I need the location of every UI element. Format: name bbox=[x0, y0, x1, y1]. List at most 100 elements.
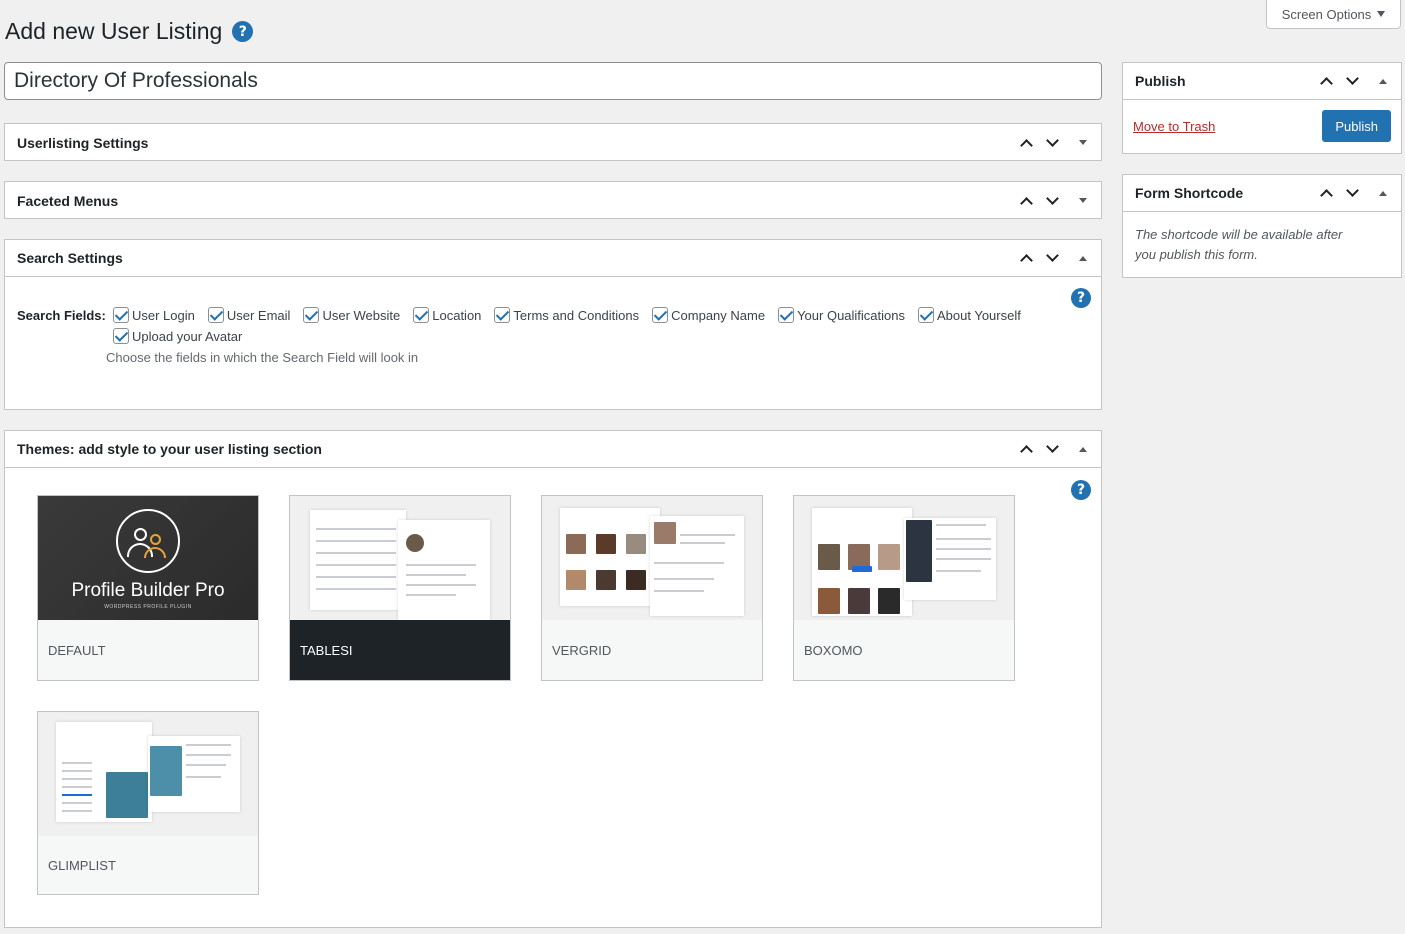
triangle-up-icon bbox=[1379, 78, 1387, 84]
move-down-button[interactable] bbox=[1039, 240, 1065, 276]
panel-header[interactable]: Faceted Menus bbox=[5, 182, 1101, 219]
move-down-button[interactable] bbox=[1039, 183, 1065, 219]
logo-user-head bbox=[134, 528, 147, 541]
panel-header[interactable]: Themes: add style to your user listing s… bbox=[5, 431, 1101, 468]
checkbox-user-login[interactable]: User Login bbox=[113, 307, 195, 323]
theme-name: DEFAULT bbox=[38, 620, 258, 680]
toggle-panel-button[interactable] bbox=[1365, 63, 1401, 99]
thumb-subtitle: WORDPRESS PROFILE PLUGIN bbox=[104, 604, 192, 610]
panel-header[interactable]: Userlisting Settings bbox=[5, 124, 1101, 161]
move-down-button[interactable] bbox=[1039, 431, 1065, 467]
profile-builder-logo-icon bbox=[116, 509, 180, 573]
move-up-button[interactable] bbox=[1013, 431, 1039, 467]
checkbox-user-email[interactable]: User Email bbox=[207, 307, 290, 323]
toggle-panel-button[interactable] bbox=[1365, 175, 1401, 211]
theme-card-vergrid[interactable]: VERGRID bbox=[541, 495, 763, 681]
triangle-down-icon bbox=[1079, 198, 1087, 203]
toggle-panel-button[interactable] bbox=[1065, 240, 1101, 276]
checkbox-checked-icon[interactable] bbox=[494, 307, 511, 323]
panel-title: Search Settings bbox=[17, 250, 123, 266]
shortcode-header[interactable]: Form Shortcode bbox=[1123, 175, 1401, 212]
move-up-button[interactable] bbox=[1313, 175, 1339, 211]
theme-thumbnail: Profile Builder Pro WORDPRESS PROFILE PL… bbox=[38, 496, 258, 620]
screen-options-label: Screen Options bbox=[1281, 6, 1372, 22]
checkbox-checked-icon[interactable] bbox=[778, 307, 795, 323]
checkbox-label: About Yourself bbox=[937, 307, 1021, 323]
mock-list-panel bbox=[56, 722, 152, 822]
page-title: Add new User Listing ? bbox=[5, 18, 254, 45]
search-fields-label: Search Fields: bbox=[17, 308, 106, 323]
handle-actions bbox=[1313, 175, 1401, 211]
theme-card-boxomo[interactable]: BOXOMO bbox=[793, 495, 1015, 681]
theme-card-glimplist[interactable]: GLIMPLIST bbox=[37, 711, 259, 895]
checkbox-checked-icon[interactable] bbox=[303, 307, 320, 323]
triangle-up-icon bbox=[1079, 446, 1087, 452]
theme-thumbnail bbox=[794, 496, 1014, 620]
checkbox-location[interactable]: Location bbox=[413, 307, 481, 323]
toggle-panel-button[interactable] bbox=[1065, 431, 1101, 467]
theme-name: BOXOMO bbox=[794, 620, 1014, 680]
move-up-button[interactable] bbox=[1013, 240, 1039, 276]
publish-box: Publish Move to Trash Publish bbox=[1122, 62, 1402, 154]
publish-title: Publish bbox=[1135, 73, 1186, 89]
theme-card-default[interactable]: Profile Builder Pro WORDPRESS PROFILE PL… bbox=[37, 495, 259, 681]
checkbox-checked-icon[interactable] bbox=[652, 307, 669, 323]
page-title-text: Add new User Listing bbox=[5, 18, 223, 44]
move-up-button[interactable] bbox=[1013, 125, 1039, 161]
help-icon[interactable]: ? bbox=[1071, 288, 1091, 308]
move-down-button[interactable] bbox=[1339, 63, 1365, 99]
help-icon[interactable]: ? bbox=[232, 21, 254, 42]
mock-table-panel bbox=[310, 510, 406, 610]
checkbox-checked-icon[interactable] bbox=[413, 307, 430, 323]
checkbox-terms-and-conditions[interactable]: Terms and Conditions bbox=[494, 307, 639, 323]
handle-actions bbox=[1013, 240, 1101, 276]
move-up-button[interactable] bbox=[1013, 183, 1039, 219]
checkbox-checked-icon[interactable] bbox=[207, 307, 224, 323]
screen-options-button[interactable]: Screen Options bbox=[1266, 0, 1401, 29]
chevron-down-icon bbox=[1045, 133, 1059, 147]
move-down-button[interactable] bbox=[1339, 175, 1365, 211]
chevron-down-icon bbox=[1345, 72, 1359, 85]
handle-actions bbox=[1313, 63, 1401, 99]
thumb-title: Profile Builder Pro bbox=[71, 580, 225, 601]
move-down-button[interactable] bbox=[1039, 125, 1065, 161]
checkbox-about-yourself[interactable]: About Yourself bbox=[918, 307, 1021, 323]
search-fields-description: Choose the fields in which the Search Fi… bbox=[106, 350, 419, 365]
mock-profile-panel bbox=[904, 518, 996, 600]
checkbox-checked-icon[interactable] bbox=[113, 307, 129, 323]
mock-profile-panel bbox=[650, 516, 744, 616]
help-icon[interactable]: ? bbox=[1071, 480, 1091, 500]
checkbox-user-website[interactable]: User Website bbox=[303, 307, 400, 323]
search-fields-row-2: Upload your Avatar bbox=[113, 328, 255, 344]
theme-name: VERGRID bbox=[542, 620, 762, 680]
toggle-panel-button[interactable] bbox=[1065, 125, 1101, 161]
checkbox-checked-icon[interactable] bbox=[113, 328, 129, 344]
checkbox-label: Company Name bbox=[671, 307, 766, 323]
checkbox-company-name[interactable]: Company Name bbox=[652, 307, 765, 323]
listing-title-input[interactable]: Directory Of Professionals bbox=[4, 62, 1102, 100]
toggle-panel-button[interactable] bbox=[1065, 183, 1101, 219]
publish-header[interactable]: Publish bbox=[1123, 63, 1401, 100]
theme-card-tablesi[interactable]: TABLESI bbox=[289, 495, 511, 681]
panel-title: Faceted Menus bbox=[17, 192, 119, 209]
search-settings-panel: Search Settings Search Fields: User Logi… bbox=[4, 239, 1102, 410]
faceted-menus-panel: Faceted Menus bbox=[4, 181, 1102, 219]
chevron-down-icon bbox=[1045, 440, 1059, 453]
mock-profile-panel bbox=[148, 736, 240, 812]
panel-header[interactable]: Search Settings bbox=[5, 240, 1101, 277]
chevron-up-icon bbox=[1319, 77, 1333, 90]
search-settings-body: Search Fields: User Login User Email Use… bbox=[5, 277, 1101, 411]
themes-panel: Themes: add style to your user listing s… bbox=[4, 430, 1102, 928]
move-up-button[interactable] bbox=[1313, 63, 1339, 99]
publish-button[interactable]: Publish bbox=[1322, 110, 1391, 142]
panel-title: Themes: add style to your user listing s… bbox=[17, 441, 322, 457]
move-to-trash-link[interactable]: Move to Trash bbox=[1133, 119, 1215, 134]
handle-actions bbox=[1013, 431, 1101, 467]
checkbox-your-qualifications[interactable]: Your Qualifications bbox=[778, 307, 905, 323]
checkbox-checked-icon[interactable] bbox=[918, 307, 934, 323]
handle-actions bbox=[1013, 124, 1101, 161]
chevron-up-icon bbox=[1019, 254, 1033, 267]
checkbox-label: Location bbox=[432, 307, 482, 323]
mock-box-panel bbox=[812, 508, 912, 616]
checkbox-upload-avatar[interactable]: Upload your Avatar bbox=[113, 328, 242, 344]
